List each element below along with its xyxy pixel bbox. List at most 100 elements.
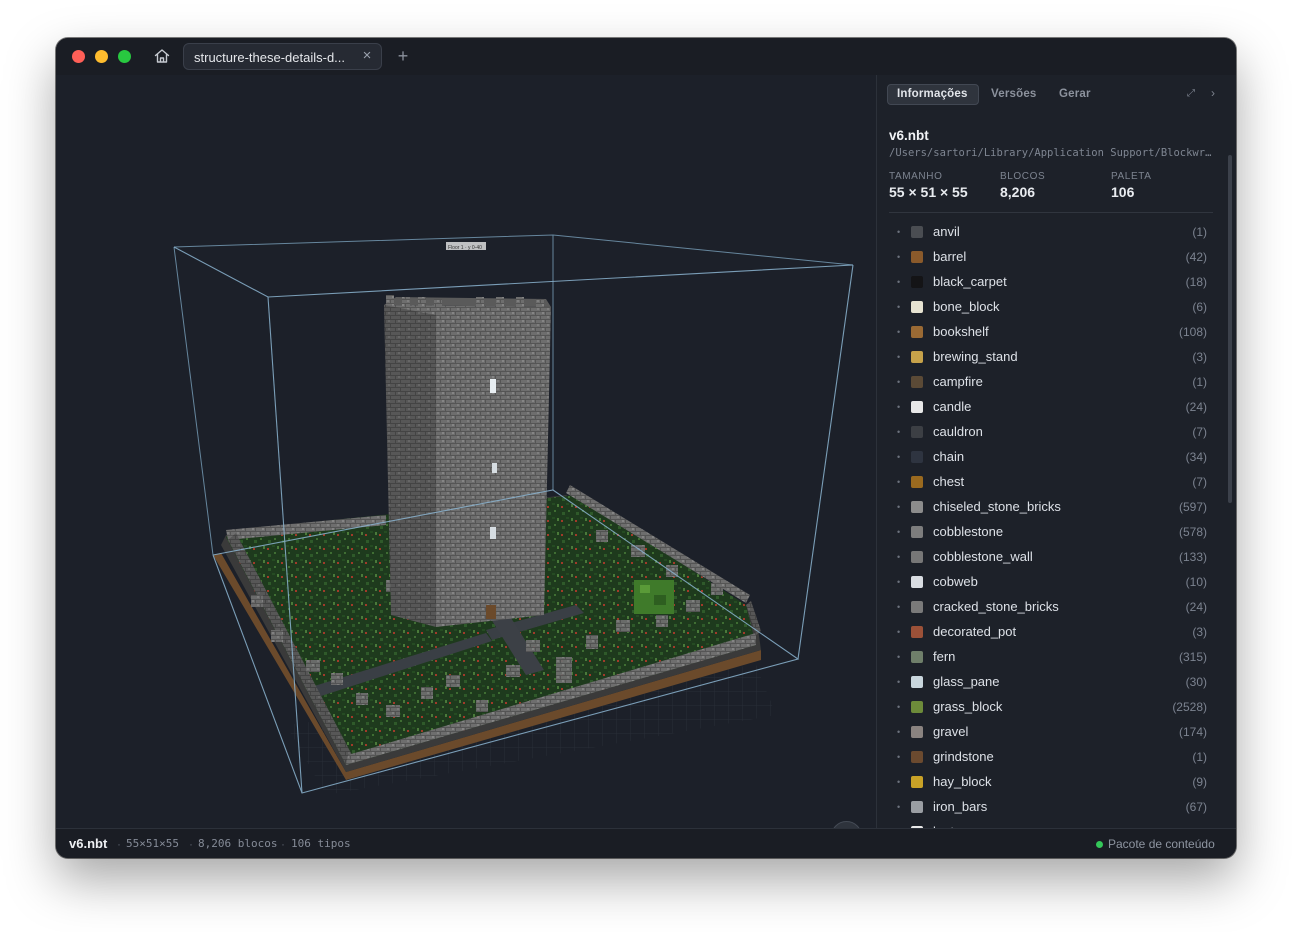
block-name: brewing_stand (933, 349, 1018, 364)
block-row[interactable]: • hay_block (9) (889, 770, 1215, 795)
block-row[interactable]: • barrel (42) (889, 245, 1215, 270)
block-texture-icon (911, 476, 923, 488)
block-row[interactable]: • glass_pane (30) (889, 670, 1215, 695)
block-texture-icon (911, 651, 923, 663)
block-row[interactable]: • black_carpet (18) (889, 270, 1215, 295)
tab-gerar[interactable]: Gerar (1050, 84, 1100, 105)
block-count: (578) (1178, 525, 1207, 539)
block-texture-icon (911, 301, 923, 313)
block-row[interactable]: • cobblestone_wall (133) (889, 545, 1215, 570)
block-texture-icon (911, 776, 923, 788)
title-bar: structure-these-details-d... × + (56, 38, 1236, 76)
block-row[interactable]: • chest (7) (889, 470, 1215, 495)
bullet-icon: • (897, 327, 901, 337)
block-row[interactable]: • campfire (1) (889, 370, 1215, 395)
block-row[interactable]: • cauldron (7) (889, 420, 1215, 445)
bullet-icon: • (897, 352, 901, 362)
block-count: (67) (1185, 800, 1207, 814)
tab-informacoes[interactable]: Informações (887, 84, 979, 105)
block-row[interactable]: • bone_block (6) (889, 295, 1215, 320)
home-icon[interactable] (153, 47, 171, 65)
block-count: (7) (1192, 425, 1207, 439)
block-row[interactable]: • decorated_pot (3) (889, 620, 1215, 645)
status-dimensions: 55×51×55 (126, 837, 179, 850)
panel-scrollbar[interactable] (1228, 155, 1232, 503)
stat-size: TAMANHO 55 × 51 × 55 (889, 171, 968, 200)
block-row[interactable]: • gravel (174) (889, 720, 1215, 745)
tab-versoes[interactable]: Versões (982, 84, 1046, 105)
block-row[interactable]: • brewing_stand (3) (889, 345, 1215, 370)
stat-label: BLOCOS (1000, 171, 1046, 182)
block-name: chiseled_stone_bricks (933, 499, 1061, 514)
block-name: bone_block (933, 299, 1000, 314)
block-name: chest (933, 474, 965, 489)
app-window: structure-these-details-d... × + Floor 1… (56, 38, 1236, 858)
block-name: cobblestone (933, 524, 1004, 539)
block-row[interactable]: • iron_bars (67) (889, 795, 1215, 820)
block-row[interactable]: • chain (34) (889, 445, 1215, 470)
block-name: fern (933, 649, 956, 664)
block-texture-icon (911, 626, 923, 638)
close-window-button[interactable] (72, 50, 85, 63)
block-count: (24) (1185, 400, 1207, 414)
bullet-icon: • (897, 427, 901, 437)
block-row[interactable]: • anvil (1) (889, 220, 1215, 245)
block-name: decorated_pot (933, 624, 1017, 639)
status-separator: · (189, 837, 193, 851)
content-pack-status[interactable]: Pacote de conteúdo (1108, 837, 1215, 851)
bullet-icon: • (897, 527, 901, 537)
status-separator: · (117, 837, 121, 851)
block-row[interactable]: • cobblestone (578) (889, 520, 1215, 545)
bullet-icon: • (897, 502, 901, 512)
close-icon[interactable]: × (360, 48, 374, 63)
block-name: bookshelf (933, 324, 989, 339)
block-row[interactable]: • cracked_stone_bricks (24) (889, 595, 1215, 620)
zoom-window-button[interactable] (118, 50, 131, 63)
stat-blocks: BLOCOS 8,206 (1000, 171, 1045, 200)
status-type-count: 106 tipos (291, 837, 351, 850)
block-count: (597) (1178, 500, 1207, 514)
minimize-window-button[interactable] (95, 50, 108, 63)
block-texture-icon (911, 351, 923, 363)
block-row[interactable]: • cobweb (10) (889, 570, 1215, 595)
3d-viewport[interactable]: Floor 1 · y 0-40 ? (56, 75, 876, 828)
file-name: v6.nbt (889, 128, 929, 143)
block-row[interactable]: • fern (315) (889, 645, 1215, 670)
bullet-icon: • (897, 652, 901, 662)
block-name: gravel (933, 724, 969, 739)
block-name: campfire (933, 374, 983, 389)
bullet-icon: • (897, 227, 901, 237)
block-row[interactable]: • bookshelf (108) (889, 320, 1215, 345)
block-row[interactable]: • grass_block (2528) (889, 695, 1215, 720)
block-row[interactable]: • candle (24) (889, 395, 1215, 420)
bullet-icon: • (897, 277, 901, 287)
block-texture-icon (911, 726, 923, 738)
block-name: cobweb (933, 574, 978, 589)
bullet-icon: • (897, 402, 901, 412)
status-bar: v6.nbt · 55×51×55 · 8,206 blocos · 106 t… (56, 828, 1236, 858)
bullet-icon: • (897, 377, 901, 387)
block-texture-icon (911, 226, 923, 238)
bullet-icon: • (897, 752, 901, 762)
block-name: cracked_stone_bricks (933, 599, 1059, 614)
block-count: (24) (1185, 600, 1207, 614)
block-texture-icon (911, 801, 923, 813)
block-name: cauldron (933, 424, 983, 439)
expand-icon[interactable]: ⤢ (1187, 88, 1199, 100)
block-count: (3) (1192, 625, 1207, 639)
block-texture-icon (911, 401, 923, 413)
block-texture-icon (911, 676, 923, 688)
block-count: (10) (1185, 575, 1207, 589)
block-texture-icon (911, 701, 923, 713)
block-row[interactable]: • grindstone (1) (889, 745, 1215, 770)
block-name: iron_bars (933, 799, 988, 814)
block-count: (1) (1192, 225, 1207, 239)
block-row[interactable]: • chiseled_stone_bricks (597) (889, 495, 1215, 520)
chevron-right-icon[interactable]: › (1211, 86, 1221, 100)
bullet-icon: • (897, 252, 901, 262)
block-texture-icon (911, 376, 923, 388)
new-tab-button[interactable]: + (395, 46, 411, 66)
block-row[interactable]: •lantern (889, 820, 1215, 828)
block-count: (9) (1192, 775, 1207, 789)
document-tab[interactable]: structure-these-details-d... × (183, 43, 382, 70)
